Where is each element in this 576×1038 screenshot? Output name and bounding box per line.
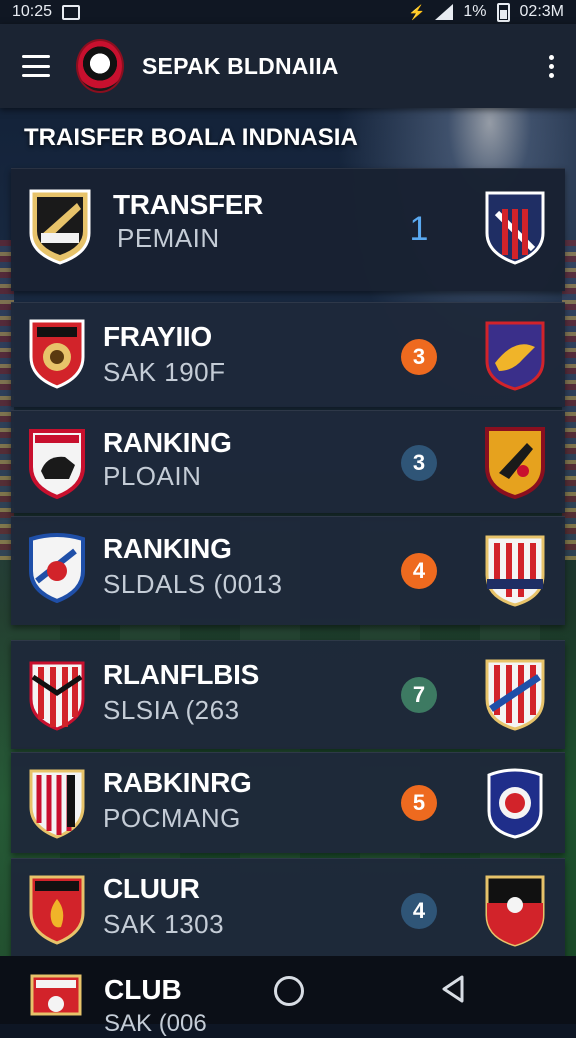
status-time-right: 02:3M (519, 3, 564, 20)
item-count-badge: 4 (401, 893, 437, 929)
app-logo (76, 39, 124, 93)
notification-icon (62, 4, 81, 20)
item-title: RANKING (103, 533, 232, 564)
signal-icon (435, 4, 454, 20)
club-crest-icon (27, 531, 87, 604)
navigation-bar: CLUB SAK (006 (0, 956, 576, 1037)
list-item[interactable]: RANKING SLDALS (0013 4 (11, 516, 565, 625)
item-title: CLUUR (103, 873, 200, 904)
battery-icon (496, 2, 510, 22)
item-count-badge: 4 (401, 553, 437, 589)
club-crest-icon (27, 427, 87, 500)
opponent-crest-icon (483, 425, 547, 500)
back-triangle-icon[interactable] (440, 974, 466, 1009)
item-title: TRANSFER (113, 189, 264, 220)
hamburger-menu-icon[interactable] (22, 55, 50, 77)
item-title: FRAYIIO (103, 321, 212, 352)
opponent-crest-icon (483, 189, 547, 265)
item-count-badge: 5 (401, 785, 437, 821)
item-title: RLANFLBIS (103, 659, 259, 690)
status-bar: 10:25 ⚡ 1% 02:3M (0, 0, 576, 24)
item-subtitle: SAK 1303 (103, 909, 225, 939)
opponent-crest-icon (483, 873, 547, 947)
item-count-badge: 1 (409, 209, 429, 248)
item-subtitle: SAK 190F (103, 357, 226, 387)
list-item[interactable]: FRAYIIO SAK 190F 3 (11, 302, 565, 407)
opponent-crest-icon (483, 533, 547, 607)
club-crest-icon (27, 187, 93, 265)
item-title: RABKINRG (103, 767, 252, 798)
list-item[interactable]: RABKINRG POCMANG 5 (11, 752, 565, 853)
home-circle-icon[interactable] (274, 976, 304, 1006)
item-count-badge: 3 (401, 339, 437, 375)
list-item[interactable]: CLUUR SAK 1303 4 (11, 858, 565, 963)
partial-item-title: CLUB (104, 974, 182, 1005)
opponent-crest-icon (483, 657, 547, 731)
wifi-icon: ⚡ (407, 3, 426, 20)
section-title: TRAISFER BOALA INDNASIA (24, 124, 358, 151)
item-subtitle: PEMAIN (117, 223, 220, 253)
club-crest-icon (27, 659, 87, 731)
list-item[interactable]: RLANFLBIS SLSIA (263 7 (11, 640, 565, 749)
opponent-crest-icon (483, 765, 547, 839)
item-title: RANKING (103, 427, 232, 458)
item-count-badge: 3 (401, 445, 437, 481)
item-subtitle: SLSIA (263 (103, 695, 240, 725)
battery-percent: 1% (463, 3, 487, 20)
item-count-badge: 7 (401, 677, 437, 713)
list-item[interactable]: RANKING PLOAIN 3 (11, 410, 565, 513)
item-subtitle: POCMANG (103, 803, 241, 833)
partial-item-subtitle: SAK (006 (104, 1010, 207, 1037)
opponent-crest-icon (483, 319, 547, 391)
club-crest-icon (28, 974, 84, 1026)
club-crest-icon (27, 767, 87, 839)
club-crest-icon (27, 873, 87, 945)
item-subtitle: SLDALS (0013 (103, 569, 283, 599)
app-bar: SEPAK BLDNAIIA (0, 24, 576, 108)
status-time-left: 10:25 (12, 3, 53, 20)
overflow-menu-icon[interactable] (549, 54, 554, 78)
item-subtitle: PLOAIN (103, 461, 202, 491)
list-item[interactable]: TRANSFER PEMAIN 1 (11, 168, 565, 291)
app-title: SEPAK BLDNAIIA (142, 52, 339, 79)
club-crest-icon (27, 317, 87, 389)
